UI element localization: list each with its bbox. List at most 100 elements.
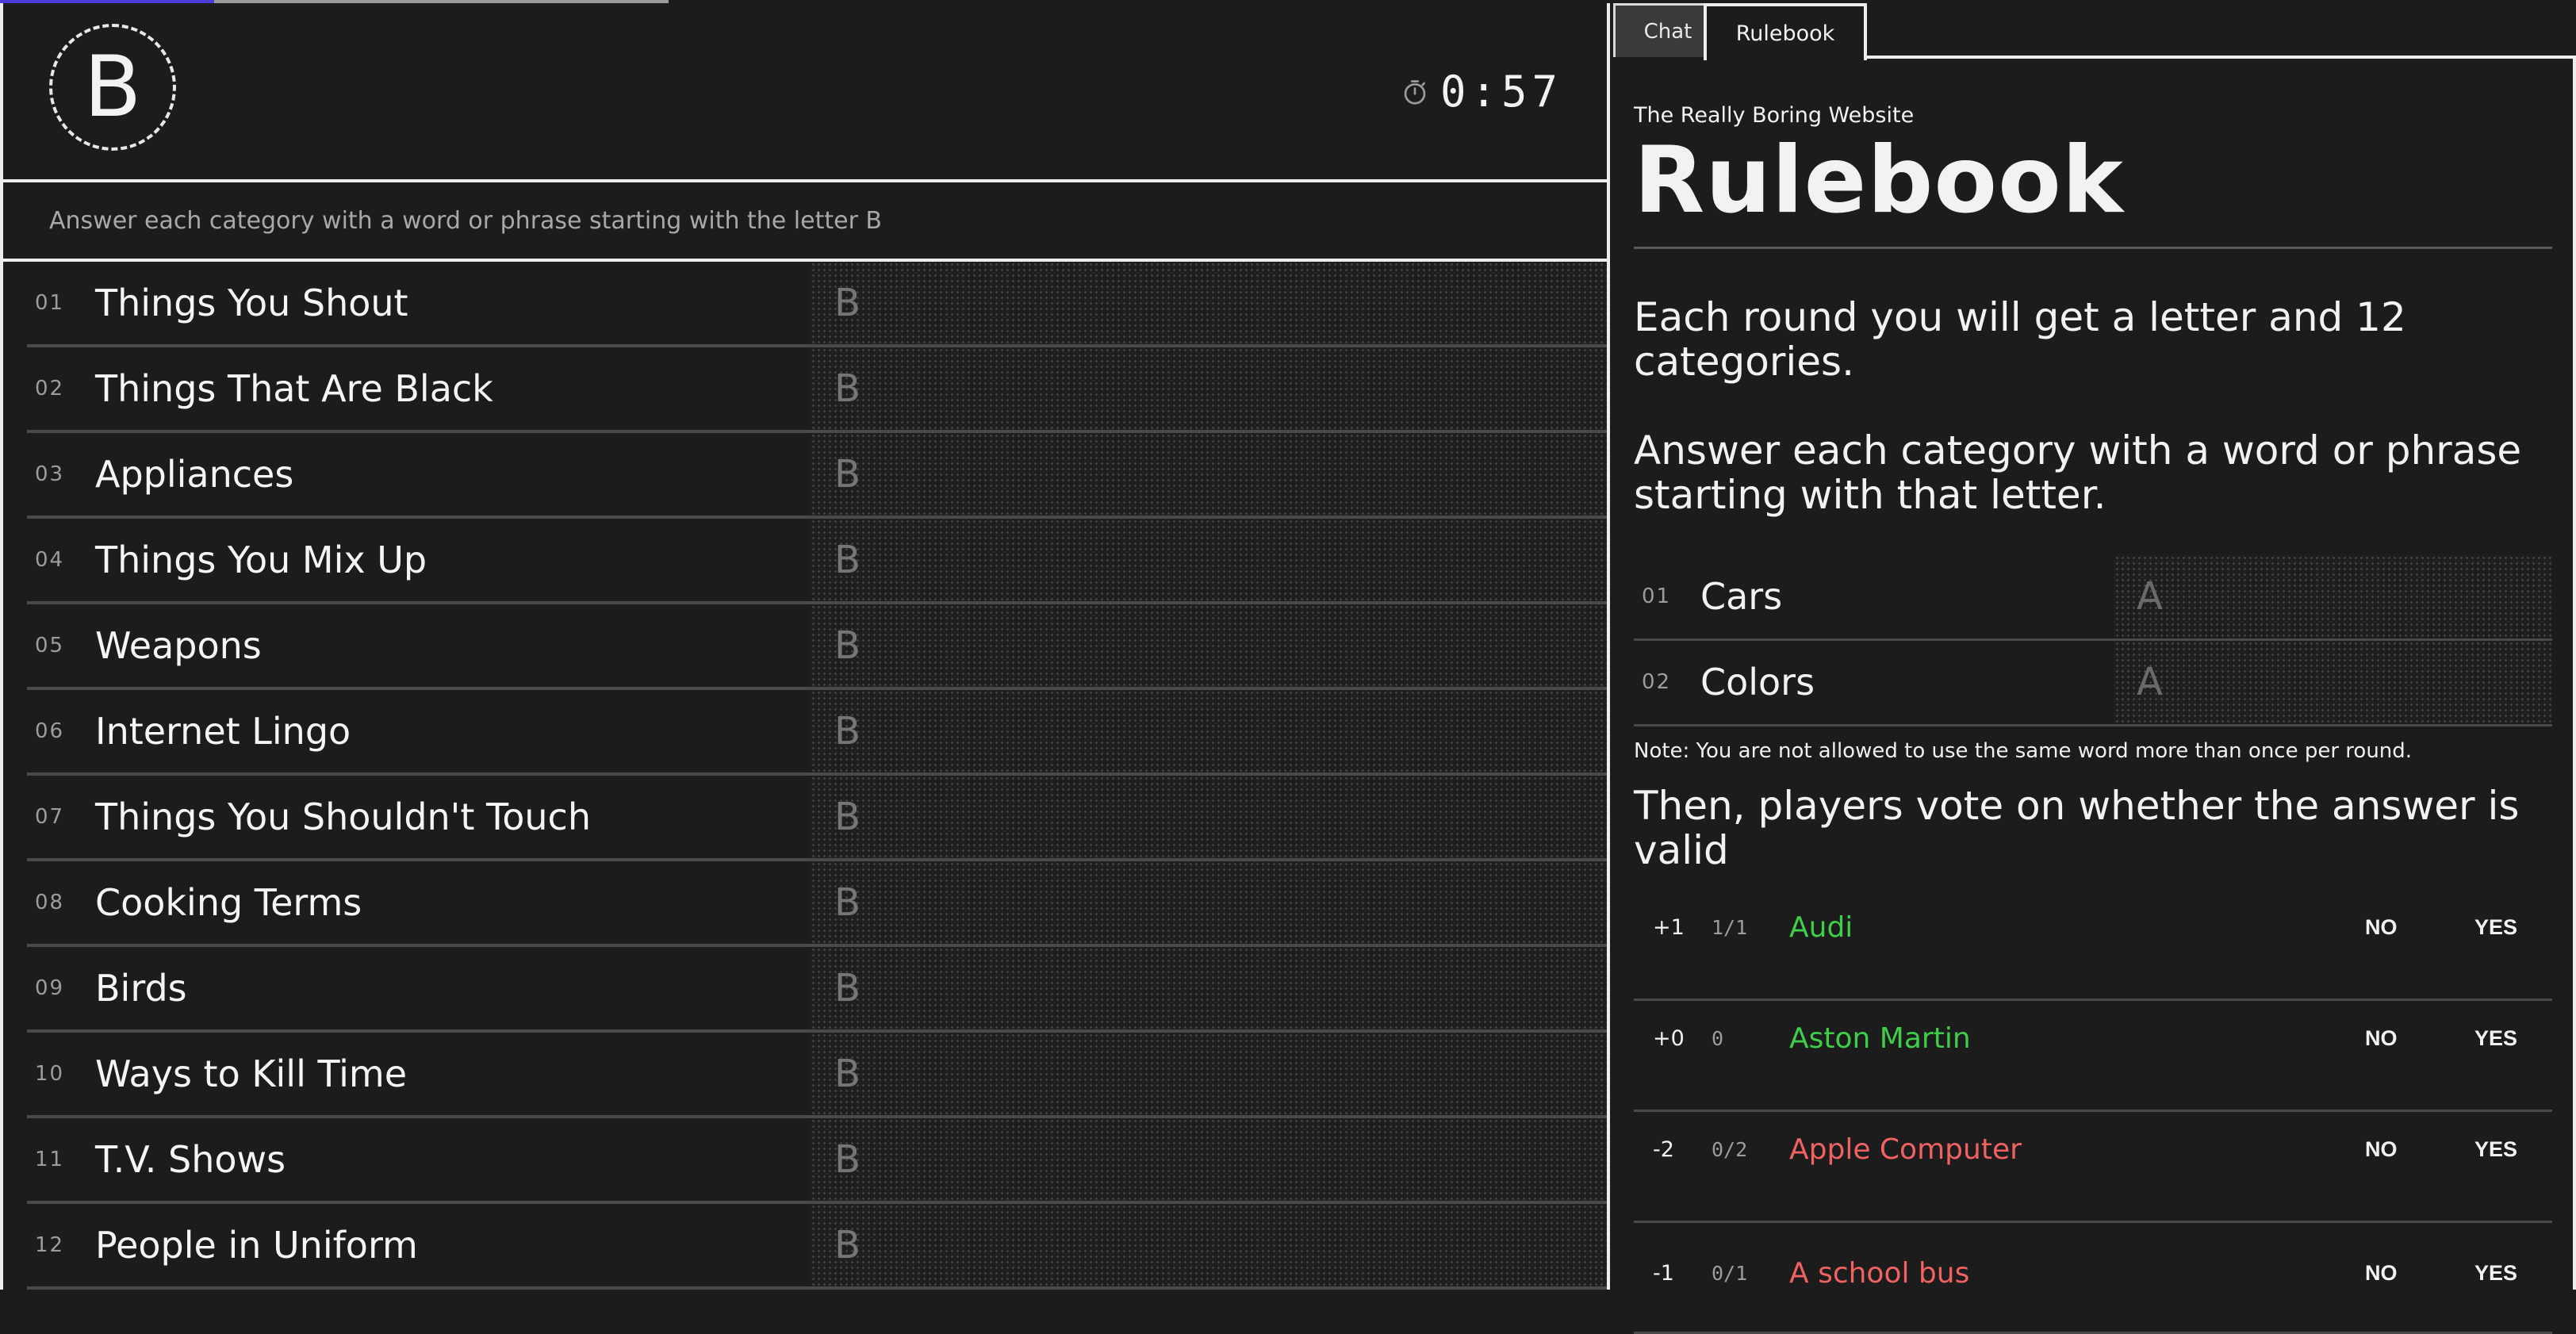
category-number: 02 bbox=[35, 377, 65, 401]
category-number: 07 bbox=[35, 805, 65, 829]
answer-input[interactable] bbox=[811, 1033, 1607, 1115]
vote-row: +1 1/1 Audi NO YES bbox=[1634, 890, 2552, 1001]
category-label: Ways to Kill Time bbox=[95, 1052, 408, 1095]
timer-value: 0:57 bbox=[1439, 67, 1562, 117]
vote-row: -1 0/1 A school bus NO YES bbox=[1634, 1223, 2552, 1334]
rulebook-content: The Really Boring Website Rulebook Each … bbox=[1634, 60, 2552, 1334]
answer-field bbox=[811, 262, 1607, 344]
answer-field bbox=[811, 519, 1607, 601]
answer-field bbox=[811, 1033, 1607, 1115]
vote-yes-button[interactable]: YES bbox=[2474, 1112, 2517, 1188]
example-row: 01 Cars A bbox=[1634, 554, 2552, 641]
example-number: 02 bbox=[1642, 669, 1672, 694]
category-list: 01 Things You Shout 02 Things That Are B… bbox=[3, 262, 1607, 1290]
panel-edge bbox=[2573, 56, 2576, 1290]
category-label: T.V. Shows bbox=[95, 1138, 286, 1181]
category-label: Internet Lingo bbox=[95, 710, 351, 753]
category-label: Things That Are Black bbox=[95, 367, 493, 410]
vote-list: +1 1/1 Audi NO YES +0 0 Aston Martin NO … bbox=[1634, 890, 2552, 1334]
rulebook-title: Rulebook bbox=[1634, 127, 2124, 234]
tab-rulebook[interactable]: Rulebook bbox=[1704, 3, 1867, 60]
vote-row: +0 0 Aston Martin NO YES bbox=[1634, 1001, 2552, 1112]
answer-input[interactable] bbox=[811, 519, 1607, 601]
answer-input[interactable] bbox=[811, 947, 1607, 1029]
category-label: Things You Shouldn't Touch bbox=[95, 795, 591, 838]
category-row: 10 Ways to Kill Time bbox=[27, 1033, 1607, 1118]
vote-no-button[interactable]: NO bbox=[2365, 1001, 2398, 1077]
category-label: Appliances bbox=[95, 453, 294, 496]
tab-underline bbox=[1864, 56, 2576, 59]
category-row: 07 Things You Shouldn't Touch bbox=[27, 776, 1607, 861]
vote-yes-button[interactable]: YES bbox=[2474, 1001, 2517, 1077]
category-number: 12 bbox=[35, 1233, 65, 1257]
answer-input[interactable] bbox=[811, 433, 1607, 516]
stopwatch-icon bbox=[1404, 79, 1426, 105]
example-answer: A bbox=[2114, 554, 2552, 638]
site-name: The Really Boring Website bbox=[1634, 103, 1915, 128]
example-category-list: 01 Cars A 02 Colors A bbox=[1634, 554, 2552, 726]
vote-score: -2 bbox=[1653, 1137, 1674, 1163]
category-number: 09 bbox=[35, 976, 65, 1000]
game-panel: B 0:57 Answer each category with a word … bbox=[0, 3, 1610, 1290]
category-row: 11 T.V. Shows bbox=[27, 1118, 1607, 1204]
category-row: 09 Birds bbox=[27, 947, 1607, 1033]
category-row: 05 Weapons bbox=[27, 604, 1607, 690]
category-label: Things You Mix Up bbox=[95, 539, 427, 581]
category-number: 05 bbox=[35, 634, 65, 657]
category-number: 10 bbox=[35, 1062, 65, 1086]
category-number: 04 bbox=[35, 548, 65, 572]
vote-score: -1 bbox=[1653, 1261, 1674, 1286]
answer-input[interactable] bbox=[811, 861, 1607, 944]
answer-input[interactable] bbox=[811, 1204, 1607, 1286]
example-label: Colors bbox=[1700, 660, 1815, 703]
example-label: Cars bbox=[1700, 574, 1783, 618]
side-panel: Chat Rulebook The Really Boring Website … bbox=[1610, 0, 2576, 1334]
answer-field bbox=[811, 947, 1607, 1029]
category-number: 11 bbox=[35, 1148, 65, 1171]
vote-no-button[interactable]: NO bbox=[2365, 1250, 2398, 1298]
answer-field bbox=[811, 690, 1607, 772]
category-label: Things You Shout bbox=[95, 282, 408, 324]
vote-answer: Audi bbox=[1789, 911, 1853, 945]
answer-input[interactable] bbox=[811, 776, 1607, 858]
answer-input[interactable] bbox=[811, 690, 1607, 772]
example-row: 02 Colors A bbox=[1634, 640, 2552, 726]
vote-score: +0 bbox=[1653, 1026, 1685, 1052]
answer-field bbox=[811, 347, 1607, 430]
category-row: 12 People in Uniform bbox=[27, 1204, 1607, 1290]
answer-input[interactable] bbox=[811, 1118, 1607, 1201]
rule-note: Note: You are not allowed to use the sam… bbox=[1634, 738, 2413, 763]
vote-no-button[interactable]: NO bbox=[2365, 890, 2398, 966]
answer-input[interactable] bbox=[811, 604, 1607, 687]
example-answer: A bbox=[2114, 640, 2552, 723]
vote-no-button[interactable]: NO bbox=[2365, 1112, 2398, 1188]
vote-answer: Aston Martin bbox=[1789, 1022, 1971, 1056]
answer-input[interactable] bbox=[811, 347, 1607, 430]
instructions: Answer each category with a word or phra… bbox=[3, 182, 1607, 262]
category-number: 08 bbox=[35, 891, 65, 914]
round-letter: B bbox=[49, 24, 176, 151]
category-row: 04 Things You Mix Up bbox=[27, 519, 1607, 604]
vote-answer: Apple Computer bbox=[1789, 1133, 2022, 1167]
answer-field bbox=[811, 1204, 1607, 1286]
category-row: 03 Appliances bbox=[27, 433, 1607, 519]
category-label: Cooking Terms bbox=[95, 881, 362, 924]
answer-field bbox=[811, 604, 1607, 687]
vote-yes-button[interactable]: YES bbox=[2474, 1250, 2517, 1298]
answer-input[interactable] bbox=[811, 262, 1607, 344]
vote-count: 0/1 bbox=[1712, 1262, 1748, 1286]
category-label: Birds bbox=[95, 967, 187, 1010]
divider bbox=[1634, 246, 2552, 249]
category-label: Weapons bbox=[95, 624, 262, 667]
answer-field bbox=[811, 1118, 1607, 1201]
vote-yes-button[interactable]: YES bbox=[2474, 890, 2517, 966]
category-row: 01 Things You Shout bbox=[27, 262, 1607, 347]
category-row: 06 Internet Lingo bbox=[27, 690, 1607, 776]
vote-count: 0 bbox=[1712, 1027, 1724, 1051]
rule-paragraph: Answer each category with a word or phra… bbox=[1634, 427, 2522, 518]
side-tabs: Chat Rulebook bbox=[1610, 0, 2576, 60]
category-number: 06 bbox=[35, 719, 65, 743]
vote-answer: A school bus bbox=[1789, 1257, 1970, 1290]
vote-count: 0/2 bbox=[1712, 1138, 1748, 1162]
answer-field bbox=[811, 861, 1607, 944]
